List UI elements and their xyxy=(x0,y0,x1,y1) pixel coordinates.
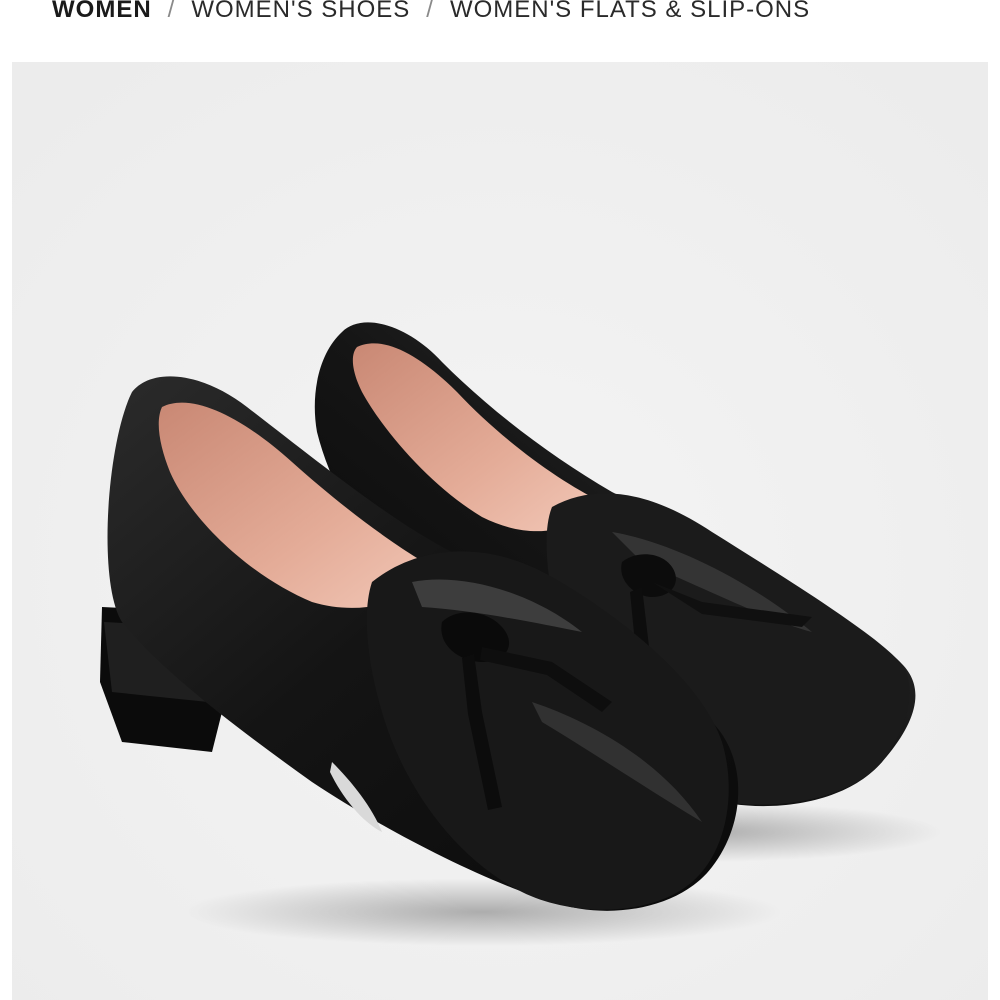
breadcrumb-link-womens-flats[interactable]: WOMEN'S FLATS & SLIP-ONS xyxy=(450,0,810,24)
product-image[interactable] xyxy=(12,62,988,1000)
breadcrumb-separator: / xyxy=(426,0,434,23)
shoe-illustration xyxy=(12,62,988,1000)
breadcrumb-separator: / xyxy=(167,0,176,23)
breadcrumb-link-womens-shoes[interactable]: WOMEN'S SHOES xyxy=(191,0,410,24)
breadcrumb-link-women[interactable]: WOMEN xyxy=(52,0,152,24)
breadcrumb: WOMEN / WOMEN'S SHOES / WOMEN'S FLATS & … xyxy=(52,0,810,26)
